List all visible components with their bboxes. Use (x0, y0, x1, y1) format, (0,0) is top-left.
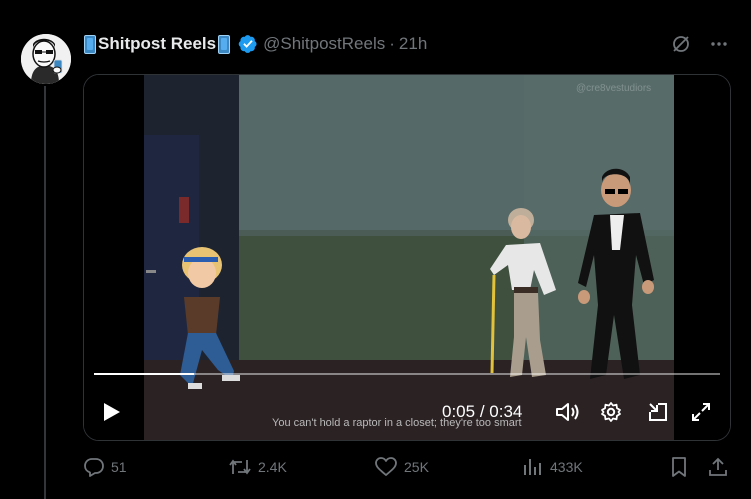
views-icon (524, 459, 541, 475)
video-progress-bar[interactable] (94, 373, 720, 375)
post-top-actions (671, 34, 729, 54)
video-time-separator: / (479, 402, 485, 421)
video-frame (84, 75, 730, 440)
video-progress-fill (94, 373, 195, 375)
more-icon[interactable] (709, 34, 729, 54)
video-time: 0:05 / 0:34 (442, 402, 522, 422)
like-count: 25K (404, 459, 429, 475)
phone-emoji-icon (84, 34, 96, 54)
author-name[interactable]: Shitpost Reels (98, 34, 216, 54)
bookmark-button[interactable] (668, 456, 696, 478)
post-actions: 51 2.4K 25K 433K (83, 456, 729, 480)
reply-icon (84, 458, 104, 477)
volume-icon[interactable] (554, 400, 580, 424)
verified-badge-icon[interactable] (238, 34, 258, 54)
bookmark-icon (672, 457, 686, 477)
heart-icon (375, 457, 397, 476)
gear-icon[interactable] (600, 401, 622, 423)
repost-icon (229, 459, 251, 475)
post-header: Shitpost Reels @ShitpostReels · 21h (84, 32, 427, 56)
author-handle[interactable]: @ShitpostReels (263, 34, 385, 54)
phone-emoji-icon (218, 34, 231, 54)
share-button[interactable] (707, 456, 735, 478)
video-controls: 0:05 / 0:34 (84, 393, 730, 429)
video-watermark: @cre8vestudiors (576, 83, 652, 94)
share-icon (709, 457, 727, 476)
post-time[interactable]: 21h (399, 34, 427, 54)
picture-in-picture-icon[interactable] (646, 400, 670, 424)
play-icon[interactable] (100, 401, 122, 423)
reply-count: 51 (111, 459, 127, 475)
thread-line (44, 86, 46, 499)
video-duration: 0:34 (489, 402, 523, 421)
repost-button[interactable]: 2.4K (228, 456, 287, 478)
video-player[interactable]: @cre8vestudiors You can't hold a raptor … (83, 74, 731, 441)
repost-count: 2.4K (258, 459, 287, 475)
separator-dot: · (389, 34, 395, 53)
views-count: 433K (550, 459, 583, 475)
like-button[interactable]: 25K (374, 456, 429, 478)
author-avatar[interactable] (21, 34, 71, 84)
reply-button[interactable]: 51 (83, 456, 127, 478)
grok-icon[interactable] (671, 34, 691, 54)
video-current-time: 0:05 (442, 402, 476, 421)
fullscreen-icon[interactable] (690, 401, 712, 423)
views-button[interactable]: 433K (522, 456, 583, 478)
